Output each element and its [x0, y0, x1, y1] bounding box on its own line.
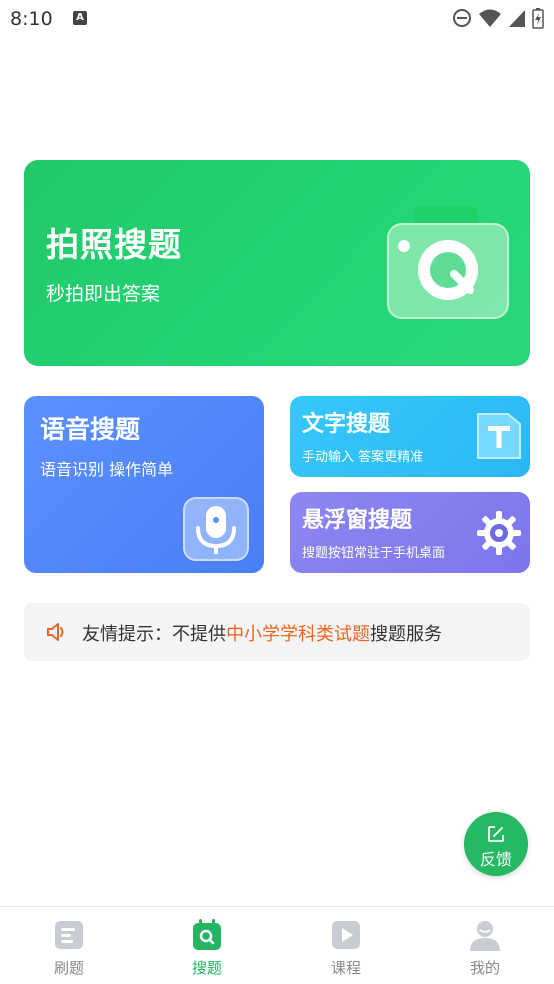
voice-search-card[interactable]: 语音搜题 语音识别 操作简单 — [24, 396, 264, 573]
search-calendar-icon — [193, 919, 221, 950]
notification-a-icon: A — [73, 11, 87, 25]
text-search-subtitle: 手动输入 答案更精准 — [302, 450, 424, 465]
speaker-icon — [47, 623, 64, 641]
edit-icon — [488, 826, 504, 842]
signal-icon — [509, 10, 525, 27]
nav-label-courses: 课程 — [330, 959, 361, 977]
nav-label-profile: 我的 — [469, 959, 500, 977]
do-not-disturb-icon — [453, 9, 471, 27]
photo-search-subtitle: 秒拍即出答案 — [46, 283, 161, 305]
notice-prefix: 友情提示：不提供 — [82, 624, 226, 645]
microphone-icon — [183, 497, 249, 561]
notice-bar: 友情提示：不提供中小学学科类试题搜题服务 — [24, 603, 530, 661]
float-search-card[interactable]: 悬浮窗搜题 搜题按钮常驻于手机桌面 — [290, 492, 530, 573]
camera-icon — [387, 206, 509, 319]
float-search-subtitle: 搜题按钮常驻于手机桌面 — [302, 546, 446, 561]
nav-item-courses[interactable]: 课程 — [277, 907, 415, 984]
nav-item-profile[interactable]: 我的 — [416, 907, 554, 984]
voice-search-title: 语音搜题 — [40, 415, 141, 444]
document-icon — [55, 921, 83, 949]
text-search-card[interactable]: 文字搜题 手动输入 答案更精准 — [290, 396, 530, 477]
status-bar: 8:10 A — [0, 0, 554, 38]
bottom-nav: 刷题 搜题 课程 我的 — [0, 906, 554, 984]
notice-highlight: 中小学学科类试题 — [226, 624, 370, 645]
play-icon — [332, 921, 360, 949]
nav-item-practice[interactable]: 刷题 — [0, 907, 138, 984]
text-t-icon — [477, 413, 521, 459]
text-search-title: 文字搜题 — [302, 412, 391, 437]
gear-icon — [477, 511, 521, 555]
status-time: 8:10 — [10, 8, 53, 30]
user-icon — [470, 921, 500, 951]
nav-label-search: 搜题 — [191, 959, 222, 977]
notice-text: 友情提示：不提供中小学学科类试题搜题服务 — [82, 620, 442, 646]
photo-search-card[interactable]: 拍照搜题 秒拍即出答案 — [24, 160, 530, 366]
photo-search-title: 拍照搜题 — [46, 225, 182, 264]
wifi-icon — [479, 9, 501, 27]
status-icons — [452, 7, 544, 29]
voice-search-subtitle: 语音识别 操作简单 — [40, 460, 174, 479]
feedback-button[interactable]: 反馈 — [464, 812, 528, 876]
float-search-title: 悬浮窗搜题 — [302, 508, 413, 533]
nav-item-search[interactable]: 搜题 — [138, 907, 276, 984]
nav-label-practice: 刷题 — [53, 959, 84, 977]
feedback-label: 反馈 — [479, 850, 512, 869]
notice-suffix: 搜题服务 — [370, 624, 442, 645]
battery-icon — [532, 8, 544, 29]
